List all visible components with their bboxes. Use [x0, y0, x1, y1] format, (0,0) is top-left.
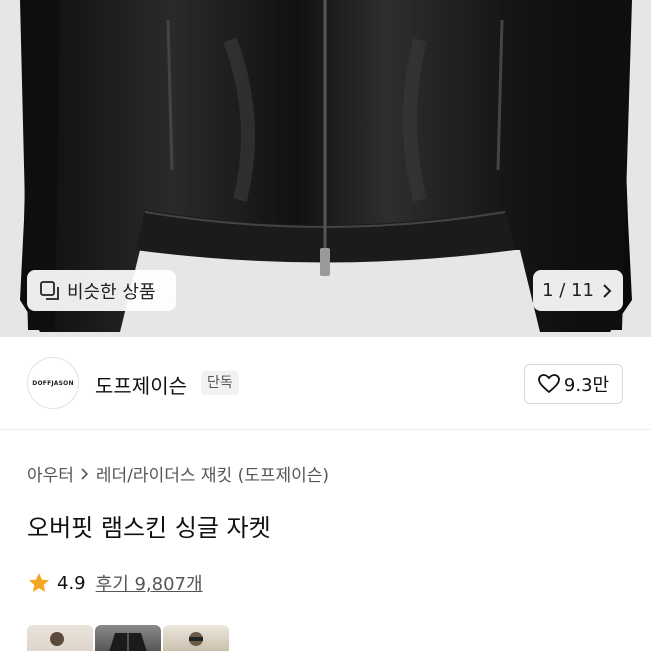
rating-score: 4.9: [57, 572, 86, 594]
like-count: 9.3만: [563, 375, 610, 396]
image-pager[interactable]: 1 / 11: [533, 270, 623, 311]
chevron-right-icon: [600, 282, 614, 300]
similar-items-button[interactable]: 비슷한 상품: [27, 270, 176, 311]
product-image-gallery[interactable]: 비슷한 상품 1 / 11: [0, 0, 651, 337]
product-title: 오버핏 램스킨 싱글 자켓: [27, 514, 271, 542]
star-icon: [27, 571, 51, 595]
review-thumbnail[interactable]: [163, 625, 229, 651]
pager-text: 1 / 11: [542, 280, 594, 301]
breadcrumb-item-outer[interactable]: 아우터: [27, 461, 74, 486]
exclusive-badge: 단독: [201, 371, 239, 395]
heart-icon: [538, 374, 560, 394]
brand-name[interactable]: 도프제이슨: [95, 370, 187, 399]
review-thumbnails: [27, 625, 229, 651]
review-thumbnail[interactable]: [95, 625, 161, 651]
section-divider: [0, 429, 651, 430]
similar-items-label: 비슷한 상품: [67, 281, 156, 303]
brand-logo[interactable]: DOFFJASON: [27, 357, 79, 409]
rating-row: 4.9 후기 9,807개: [27, 570, 203, 596]
review-thumbnail[interactable]: [27, 625, 93, 651]
similar-items-icon: [39, 280, 61, 302]
brand-row: DOFFJASON 도프제이슨 단독 9.3만: [0, 337, 651, 429]
breadcrumb: 아우터 레더/라이더스 재킷 (도프제이슨): [27, 461, 329, 486]
like-button[interactable]: 9.3만: [524, 364, 623, 404]
reviews-link[interactable]: 후기 9,807개: [96, 570, 203, 596]
chevron-right-icon: [80, 466, 90, 480]
breadcrumb-item-category[interactable]: 레더/라이더스 재킷 (도프제이슨): [96, 461, 329, 486]
